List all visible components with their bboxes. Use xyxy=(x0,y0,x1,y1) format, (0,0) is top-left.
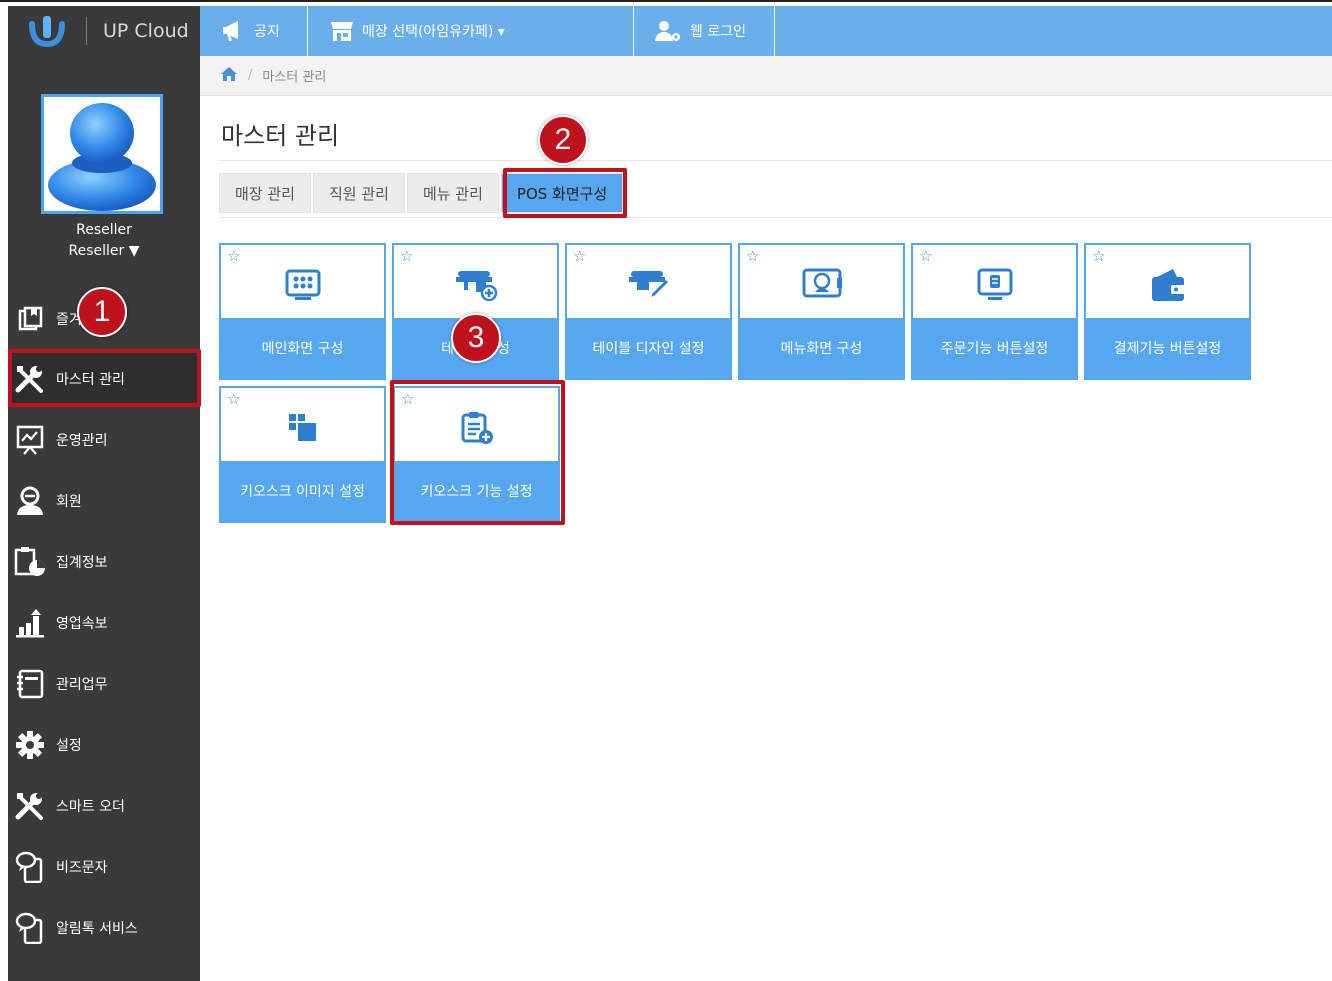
card-menu-screen[interactable]: ☆ 메뉴화면 구성 xyxy=(738,243,905,380)
breadcrumb: / 마스터 관리 xyxy=(200,56,1332,96)
tabs-divider xyxy=(219,217,1332,218)
web-login-label: 웹 로그인 xyxy=(690,24,746,40)
grid-screen-icon xyxy=(221,261,384,309)
blocks-icon xyxy=(221,404,384,452)
chart-board-icon xyxy=(14,424,46,456)
card-label: 테이블 디자인 설정 xyxy=(567,318,730,378)
avatar[interactable] xyxy=(41,94,163,214)
card-label: 메뉴화면 구성 xyxy=(740,318,903,378)
tools-icon xyxy=(14,790,46,822)
highlight-kiosk-card xyxy=(390,380,565,525)
tab-staff-management[interactable]: 직원 관리 xyxy=(312,173,405,213)
card-label: 결제기능 버튼설정 xyxy=(1086,318,1249,378)
member-icon xyxy=(14,485,46,517)
breadcrumb-current: 마스터 관리 xyxy=(262,70,327,85)
notebook-icon xyxy=(14,668,46,700)
top-nav: 공지 매장 선택(아임유카페) ▾ 웹 로그인 xyxy=(200,6,1332,56)
sidebar-item-label: 알림톡 서비스 xyxy=(56,921,138,937)
bookmark-icon xyxy=(14,303,46,335)
sidebar-item-smart-order[interactable]: 스마트 오더 xyxy=(8,778,200,834)
title-divider xyxy=(219,160,1332,161)
gear-icon xyxy=(14,729,46,761)
store-select-label: 매장 선택(아임유카페) ▾ xyxy=(362,24,505,40)
wallet-icon xyxy=(1086,261,1249,309)
sidebar: UP Cloud Reseller Reseller ▼ 즐겨찾기 마 xyxy=(8,6,200,981)
store-icon xyxy=(330,20,354,42)
breadcrumb-separator: / xyxy=(248,68,253,83)
sidebar-item-label: 스마트 오더 xyxy=(56,799,125,815)
sidebar-item-operation[interactable]: 운영관리 xyxy=(8,412,200,468)
card-label: 메인화면 구성 xyxy=(221,318,384,378)
sidebar-item-biz-sms[interactable]: 비즈문자 xyxy=(8,839,200,895)
notice-label: 공지 xyxy=(254,24,280,40)
store-select-dropdown[interactable]: 매장 선택(아임유카페) ▾ xyxy=(308,6,634,56)
user-role-dropdown[interactable]: Reseller ▼ xyxy=(8,243,200,259)
step-badge-3: 3 xyxy=(451,313,501,363)
card-payment-buttons[interactable]: ☆ 결제기능 버튼설정 xyxy=(1084,243,1251,380)
menu-screen-icon xyxy=(740,261,903,309)
page-title: 마스터 관리 xyxy=(221,122,340,150)
megaphone-icon xyxy=(222,20,246,42)
brand-logo-icon xyxy=(29,16,65,48)
card-table-design[interactable]: ☆ 테이블 디자인 설정 xyxy=(565,243,732,380)
highlight-master-menu xyxy=(8,349,201,407)
brand-divider xyxy=(86,17,87,45)
tab-menu-management[interactable]: 메뉴 관리 xyxy=(406,173,499,213)
user-gear-icon xyxy=(654,20,682,42)
user-name: Reseller xyxy=(76,222,132,238)
sidebar-item-label: 영업속보 xyxy=(56,616,108,632)
sidebar-item-member[interactable]: 회원 xyxy=(8,473,200,529)
card-label: 주문기능 버튼설정 xyxy=(913,318,1076,378)
clipboard-chart-icon xyxy=(14,546,46,578)
order-monitor-icon xyxy=(913,261,1076,309)
brand-name: UP Cloud xyxy=(103,20,189,42)
step-badge-1: 1 xyxy=(77,287,127,337)
card-order-buttons[interactable]: ☆ 주문기능 버튼설정 xyxy=(911,243,1078,380)
sidebar-item-sales-flash[interactable]: 영업속보 xyxy=(8,595,200,651)
notice-button[interactable]: 공지 xyxy=(200,6,308,56)
bar-chart-icon xyxy=(14,607,46,639)
sidebar-item-alimtalk[interactable]: 알림톡 서비스 xyxy=(8,900,200,956)
web-login-button[interactable]: 웹 로그인 xyxy=(634,6,775,56)
home-icon[interactable] xyxy=(220,66,238,86)
sidebar-item-stats[interactable]: 집계정보 xyxy=(8,534,200,590)
phone-chat-icon xyxy=(14,912,46,944)
card-main-screen[interactable]: ☆ 메인화면 구성 xyxy=(219,243,386,380)
user-avatar-icon xyxy=(48,103,156,211)
tab-store-management[interactable]: 매장 관리 xyxy=(219,173,311,213)
sidebar-item-label: 운영관리 xyxy=(56,433,108,449)
top-border xyxy=(0,0,1332,4)
sidebar-item-settings[interactable]: 설정 xyxy=(8,717,200,773)
card-label: 키오스크 이미지 설정 xyxy=(221,461,384,521)
highlight-pos-tab xyxy=(503,168,627,218)
table-add-icon xyxy=(394,261,557,309)
card-kiosk-image[interactable]: ☆ 키오스크 이미지 설정 xyxy=(219,386,386,523)
step-badge-2: 2 xyxy=(538,115,588,165)
sidebar-item-label: 회원 xyxy=(56,494,82,510)
phone-chat-icon xyxy=(14,851,46,883)
sidebar-item-label: 관리업무 xyxy=(56,677,108,693)
sidebar-item-label: 설정 xyxy=(56,738,82,754)
brand[interactable]: UP Cloud xyxy=(8,6,200,56)
sidebar-item-admin-tasks[interactable]: 관리업무 xyxy=(8,656,200,712)
sidebar-item-label: 비즈문자 xyxy=(56,860,108,876)
sidebar-item-label: 집계정보 xyxy=(56,555,108,571)
table-edit-icon xyxy=(567,261,730,309)
